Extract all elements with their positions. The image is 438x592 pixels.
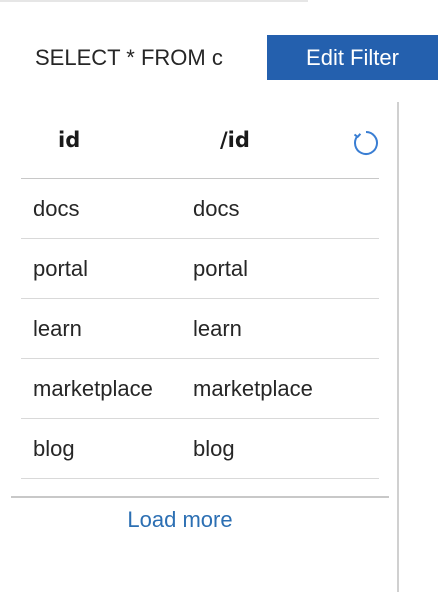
column-header-id[interactable]: id	[58, 128, 80, 152]
panel-divider	[397, 102, 399, 592]
table-row[interactable]: blog blog	[21, 419, 379, 479]
table-body: docs docs portal portal learn learn mark…	[21, 179, 379, 479]
cell-id: docs	[33, 196, 80, 221]
cell-id: learn	[33, 316, 82, 341]
query-text: SELECT * FROM c	[35, 45, 223, 70]
table-row[interactable]: learn learn	[21, 299, 379, 359]
cell-partition-key: learn	[193, 316, 242, 341]
cell-id: marketplace	[33, 376, 153, 401]
refresh-icon[interactable]	[351, 128, 381, 158]
top-divider	[0, 0, 308, 2]
table-row[interactable]: marketplace marketplace	[21, 359, 379, 419]
load-more-link[interactable]: Load more	[0, 506, 360, 534]
cell-id: blog	[33, 436, 75, 461]
cell-partition-key: blog	[193, 436, 235, 461]
table-row[interactable]: docs docs	[21, 179, 379, 239]
column-header-partition-key[interactable]: /id	[220, 128, 250, 152]
edit-filter-button[interactable]: Edit Filter	[267, 35, 438, 80]
table-header: id /id	[21, 116, 379, 179]
documents-panel: SELECT * FROM c Edit Filter id /id docs …	[0, 0, 438, 592]
cell-partition-key: marketplace	[193, 376, 313, 401]
table-row[interactable]: portal portal	[21, 239, 379, 299]
cell-partition-key: docs	[193, 196, 240, 221]
cell-partition-key: portal	[193, 256, 249, 281]
cell-id: portal	[33, 256, 89, 281]
list-bottom-divider	[11, 496, 389, 498]
refresh-icon-graphic	[353, 131, 378, 155]
